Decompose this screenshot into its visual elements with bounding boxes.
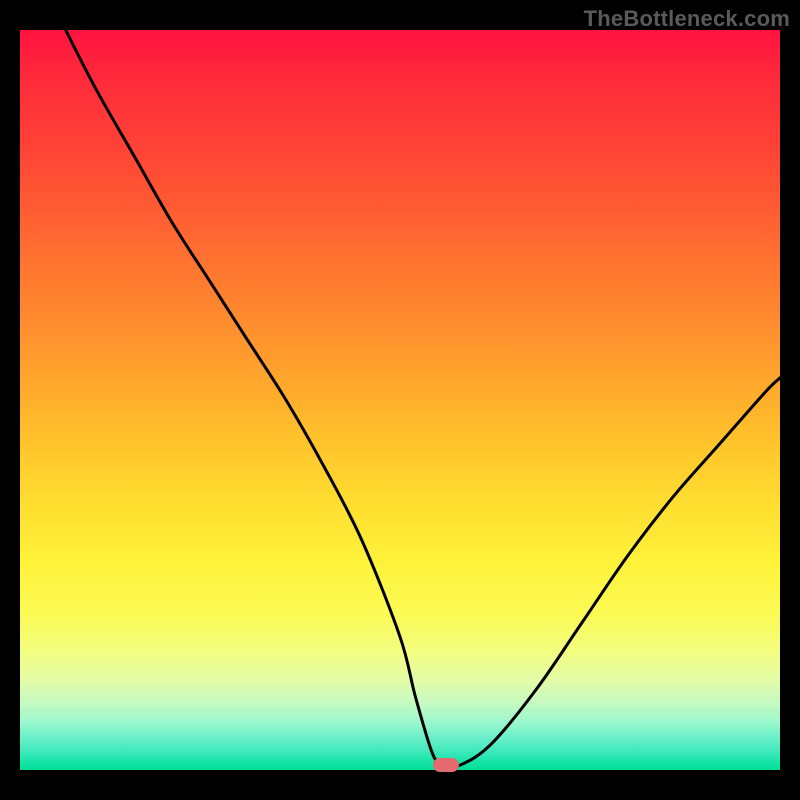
optimum-marker [433,758,459,772]
bottleneck-curve [66,30,780,766]
curve-svg [20,30,780,770]
watermark-text: TheBottleneck.com [584,6,790,32]
chart-frame: TheBottleneck.com [0,0,800,800]
plot-area [20,30,780,770]
